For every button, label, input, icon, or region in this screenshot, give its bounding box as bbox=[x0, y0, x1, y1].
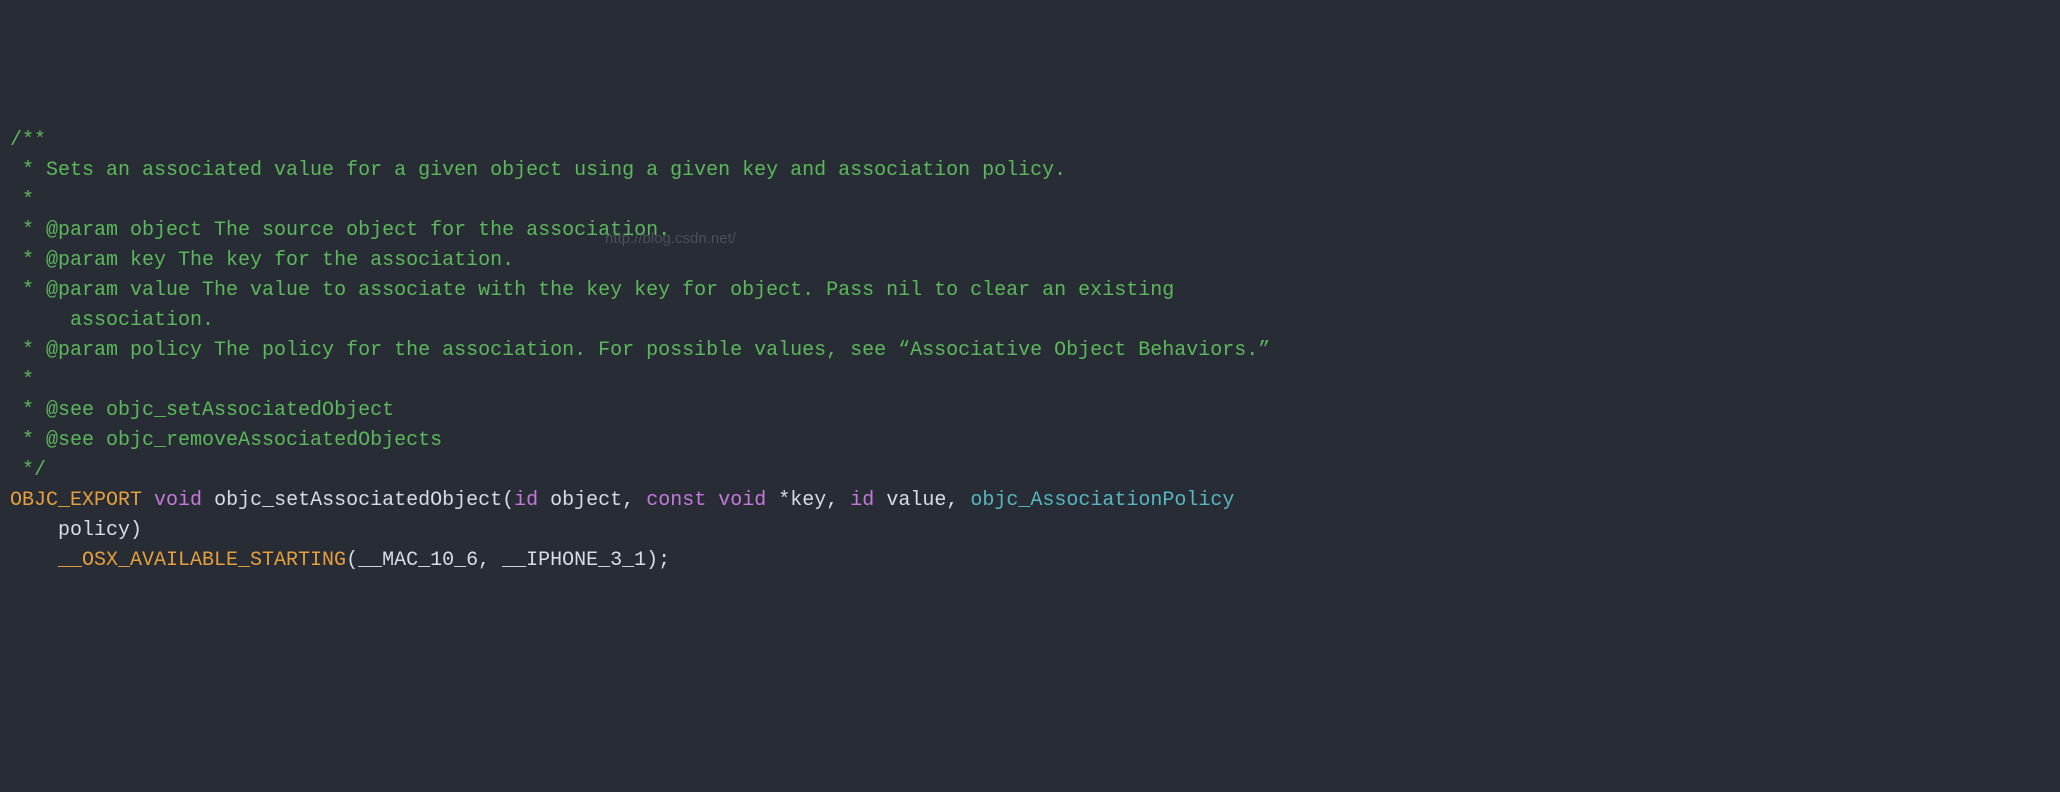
keyword-void: void bbox=[154, 489, 202, 512]
type-id: id bbox=[850, 489, 874, 512]
comment-line: * @see objc_setAssociatedObject bbox=[10, 399, 394, 422]
keyword-void: void bbox=[718, 489, 766, 512]
code-line: OBJC_EXPORT void objc_setAssociatedObjec… bbox=[10, 489, 1234, 512]
function-name: objc_setAssociatedObject bbox=[214, 489, 502, 512]
param-name: key bbox=[790, 489, 826, 512]
comma: , bbox=[622, 489, 646, 512]
code-line: __OSX_AVAILABLE_STARTING(__MAC_10_6, __I… bbox=[10, 549, 670, 572]
keyword-const: const bbox=[646, 489, 706, 512]
paren-open: ( bbox=[502, 489, 514, 512]
comment-line: * bbox=[10, 369, 34, 392]
comment-line: */ bbox=[10, 459, 46, 482]
paren-close: ) bbox=[130, 519, 142, 542]
comment-line: /** bbox=[10, 129, 46, 152]
comment-line: * Sets an associated value for a given o… bbox=[10, 159, 1066, 182]
star: * bbox=[766, 489, 790, 512]
comment-line: * @param key The key for the association… bbox=[10, 249, 514, 272]
availability-macro: __OSX_AVAILABLE_STARTING bbox=[58, 549, 346, 572]
param-name: policy bbox=[58, 519, 130, 542]
availability-args: (__MAC_10_6, __IPHONE_3_1); bbox=[346, 549, 670, 572]
code-line: policy) bbox=[10, 519, 142, 542]
comment-line: * @param object The source object for th… bbox=[10, 219, 670, 242]
comment-line: * @param policy The policy for the assoc… bbox=[10, 339, 1270, 362]
comma: , bbox=[946, 489, 970, 512]
comment-line: * bbox=[10, 189, 34, 212]
comment-line: * @see objc_removeAssociatedObjects bbox=[10, 429, 442, 452]
code-editor: /** * Sets an associated value for a giv… bbox=[10, 126, 2050, 576]
type-custom: objc_AssociationPolicy bbox=[970, 489, 1234, 512]
comment-line: * @param value The value to associate wi… bbox=[10, 279, 1174, 302]
watermark: http://blog.csdn.net/ bbox=[605, 228, 736, 251]
param-name: value bbox=[886, 489, 946, 512]
type-id: id bbox=[514, 489, 538, 512]
export-macro: OBJC_EXPORT bbox=[10, 489, 142, 512]
param-name: object bbox=[550, 489, 622, 512]
comment-line: association. bbox=[10, 309, 214, 332]
comma: , bbox=[826, 489, 850, 512]
